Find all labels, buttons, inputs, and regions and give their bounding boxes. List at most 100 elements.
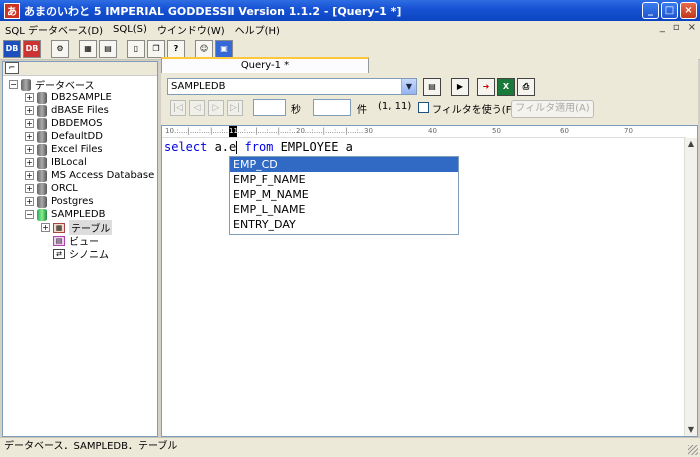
expand-icon[interactable]: +: [25, 145, 34, 154]
close-button[interactable]: ×: [680, 2, 697, 19]
ruler-dots: |....:....|....:....|....:....|....:....…: [165, 127, 366, 135]
resize-grip-icon[interactable]: [688, 445, 698, 455]
mdi-minimize-button[interactable]: _: [660, 22, 665, 33]
status-bar: データベース．SAMPLEDB．テーブル: [0, 437, 700, 457]
database-icon: [37, 104, 47, 117]
apply-filter-button[interactable]: フィルタ適用(A): [511, 100, 594, 118]
minimize-button[interactable]: _: [642, 2, 659, 19]
tree-item-label: DefaultDD: [51, 131, 103, 142]
database-select[interactable]: SAMPLEDB ▼: [167, 78, 417, 95]
cursor-column-marker: 11: [229, 126, 238, 137]
query-panel: SAMPLEDB ▼ ▤ ▶ ➜ X ⎙ |◁ ◁ ▷ ▷| 秒 件 (1, 1…: [161, 73, 698, 125]
chevron-down-icon[interactable]: ▼: [401, 79, 416, 94]
menu-database[interactable]: SQL データベース(D): [0, 22, 108, 37]
scroll-up-icon[interactable]: ▲: [685, 138, 697, 150]
next-record-icon[interactable]: ▷: [208, 100, 224, 116]
count-input[interactable]: [313, 99, 351, 116]
database-icon: [37, 130, 47, 143]
autocomplete-item[interactable]: EMP_M_NAME: [230, 187, 458, 202]
new-document-icon[interactable]: ▯: [127, 39, 145, 58]
tree-item-iblocal[interactable]: + IBLocal: [25, 156, 87, 169]
maximize-button[interactable]: □: [661, 2, 678, 19]
code-text-table: EMPLOYEE a: [273, 140, 353, 154]
autocomplete-item[interactable]: EMP_F_NAME: [230, 172, 458, 187]
view-icon[interactable]: ▤: [99, 39, 117, 58]
code-text: a.e: [207, 140, 237, 154]
expand-icon[interactable]: +: [25, 158, 34, 167]
expand-icon[interactable]: +: [41, 223, 50, 232]
expand-icon[interactable]: +: [25, 184, 34, 193]
title-bar: あ あまのいわと 5 IMPERIAL GODDESSⅡ Version 1.1…: [0, 0, 700, 21]
mdi-controls: _ ▫ ×: [660, 22, 696, 33]
database-icon: [37, 169, 47, 182]
ruler-num-60: 60: [560, 127, 569, 135]
tree-item-excel-files[interactable]: + Excel Files: [25, 143, 103, 156]
tree-item-postgres[interactable]: + Postgres: [25, 195, 94, 208]
database-icon: [21, 78, 31, 91]
last-record-icon[interactable]: ▷|: [227, 100, 243, 116]
help-document-icon[interactable]: ?: [167, 39, 185, 58]
settings-icon[interactable]: ⚙: [51, 39, 69, 58]
tree-root[interactable]: − データベース: [9, 78, 95, 92]
filter-label: フィルタを使う(F): [432, 105, 516, 116]
tree-item-ms-access[interactable]: + MS Access Database: [25, 169, 154, 182]
tree-item-label: MS Access Database: [51, 170, 155, 181]
expand-icon[interactable]: +: [25, 197, 34, 206]
prev-record-icon[interactable]: ◁: [189, 100, 205, 116]
menu-window[interactable]: ウインドウ(W): [152, 22, 230, 37]
menu-sql[interactable]: SQL(S): [108, 24, 152, 35]
ruler-num-20: 20: [296, 127, 305, 135]
text-cursor: [236, 141, 238, 154]
autocomplete-item[interactable]: EMP_CD: [230, 157, 458, 172]
pin-icon[interactable]: ⌐: [5, 62, 19, 74]
status-path: データベース．SAMPLEDB．テーブル: [4, 441, 178, 452]
export-icon[interactable]: ➜: [477, 78, 495, 96]
run-icon[interactable]: ▶: [451, 78, 469, 96]
excel-icon[interactable]: X: [497, 78, 515, 96]
ruler-num-50: 50: [492, 127, 501, 135]
database-icon: [37, 156, 47, 169]
db-connect-icon[interactable]: DB: [3, 39, 21, 58]
scroll-down-icon[interactable]: ▼: [685, 424, 697, 436]
print-icon[interactable]: ⎙: [517, 78, 535, 96]
menu-help[interactable]: ヘルプ(H): [230, 22, 285, 37]
filter-checkbox[interactable]: [418, 102, 429, 113]
tree-item-defaultdd[interactable]: + DefaultDD: [25, 130, 103, 143]
synonym-icon: ⇄: [53, 248, 65, 259]
execute-icon[interactable]: ▤: [423, 78, 441, 96]
expand-icon[interactable]: +: [25, 106, 34, 115]
expand-icon[interactable]: +: [25, 119, 34, 128]
ruler: |....:....|....:....|....:....|....:....…: [162, 126, 686, 138]
database-icon: [37, 143, 47, 156]
ruler-num-30: 30: [364, 127, 373, 135]
table-icon[interactable]: ▦: [79, 39, 97, 58]
seconds-input[interactable]: [253, 99, 286, 116]
tree-item-db2sample[interactable]: + DB2SAMPLE: [25, 91, 112, 104]
tab-query-1[interactable]: Query-1 *: [161, 57, 369, 73]
db-disconnect-icon[interactable]: DB: [23, 39, 41, 58]
expand-icon[interactable]: +: [25, 132, 34, 141]
autocomplete-item[interactable]: EMP_L_NAME: [230, 202, 458, 217]
collapse-icon[interactable]: −: [25, 210, 34, 219]
tree-item-dbdemos[interactable]: + DBDEMOS: [25, 117, 102, 130]
vertical-scrollbar[interactable]: ▲ ▼: [684, 138, 697, 436]
tree-item-label: シノニム: [69, 250, 109, 261]
tree-item-dbase-files[interactable]: + dBASE Files: [25, 104, 109, 117]
autocomplete-item[interactable]: ENTRY_DAY: [230, 217, 458, 232]
first-record-icon[interactable]: |◁: [170, 100, 186, 116]
cursor-position: (1, 11): [378, 101, 412, 112]
expand-icon[interactable]: +: [25, 171, 34, 180]
tree-item-label: SAMPLEDB: [51, 209, 106, 220]
tree-item-orcl[interactable]: + ORCL: [25, 182, 78, 195]
collapse-icon[interactable]: −: [9, 80, 18, 89]
tree-item-synonyms[interactable]: ⇄ シノニム: [53, 247, 109, 261]
mdi-restore-button[interactable]: ▫: [673, 22, 680, 33]
autocomplete-list[interactable]: EMP_CD EMP_F_NAME EMP_M_NAME EMP_L_NAME …: [229, 156, 459, 235]
user-icon[interactable]: ☺: [195, 39, 213, 58]
expand-icon[interactable]: +: [25, 93, 34, 102]
app-icon: あ: [4, 2, 20, 19]
window-icon[interactable]: ▣: [215, 39, 233, 58]
mdi-close-button[interactable]: ×: [688, 22, 696, 33]
copy-document-icon[interactable]: ❐: [147, 39, 165, 58]
menu-bar: SQL データベース(D) SQL(S) ウインドウ(W) ヘルプ(H) _ ▫…: [0, 21, 700, 38]
